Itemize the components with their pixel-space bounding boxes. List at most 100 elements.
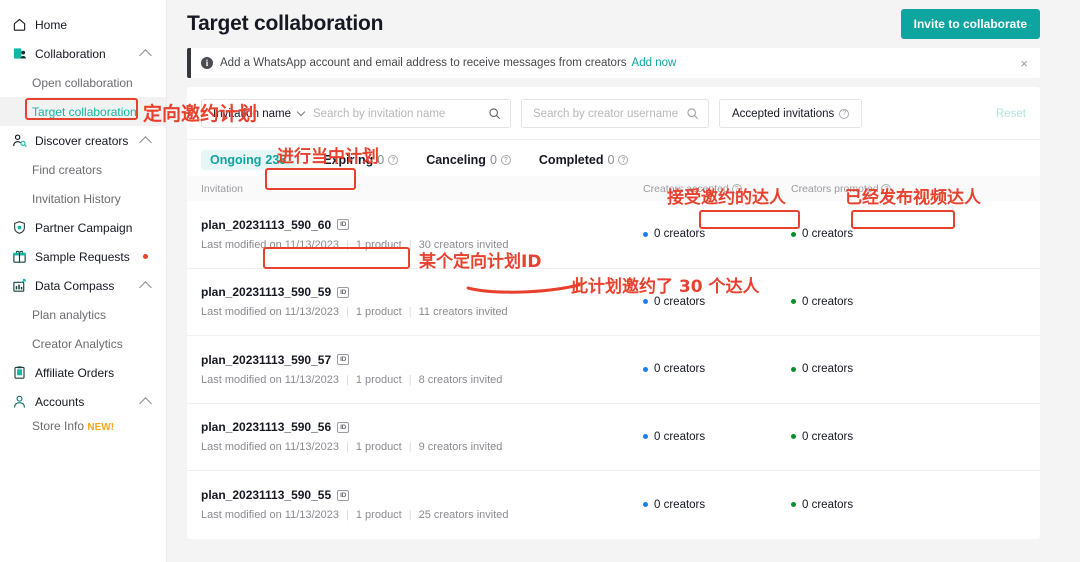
creators-invited: 25 creators invited [418, 509, 509, 522]
help-icon[interactable]: ? [881, 184, 892, 194]
table-row[interactable]: plan_20231113_590_59 ID Last modified on… [187, 269, 1040, 336]
sidebar-item-data-compass[interactable]: Data Compass [0, 271, 166, 300]
sidebar-item-plan-analytics[interactable]: Plan analytics [0, 300, 166, 329]
product-count: 1 product [355, 238, 402, 251]
tab-count: 0 [607, 153, 615, 167]
id-badge-icon[interactable]: ID [337, 489, 350, 501]
sidebar-item-label: Partner Campaign [35, 220, 133, 235]
sidebar-item-affiliate-orders[interactable]: Affiliate Orders [0, 358, 166, 387]
gift-icon [12, 249, 27, 264]
product-count: 1 product [355, 373, 402, 386]
reset-button[interactable]: Reset [996, 108, 1026, 120]
sidebar-item-partner-campaign[interactable]: Partner Campaign [0, 213, 166, 242]
invitation-name-select-label[interactable]: Invitation name [213, 108, 291, 120]
row-invitation-cell: plan_20231113_590_60 ID Last modified on… [201, 218, 643, 251]
table-row[interactable]: plan_20231113_590_57 ID Last modified on… [187, 336, 1040, 404]
row-meta: Last modified on 11/13/2023 | 1 product … [201, 239, 643, 251]
sidebar-item-label: Invitation History [32, 191, 121, 206]
sidebar-item-store-info[interactable]: Store Info NEW! [0, 416, 166, 434]
collaboration-card: Invitation name Search by invitation nam… [187, 87, 1040, 539]
id-badge-icon[interactable]: ID [337, 421, 350, 433]
help-icon[interactable]: ? [500, 155, 511, 165]
help-icon[interactable]: ? [388, 155, 399, 165]
chevron-down-icon[interactable] [296, 107, 306, 117]
row-creators-accepted: 0 creators [643, 228, 791, 240]
last-modified: Last modified on 11/13/2023 [201, 373, 340, 386]
tab-canceling[interactable]: Canceling 0 ? [426, 153, 511, 167]
row-creators-accepted: 0 creators [643, 499, 791, 511]
last-modified: Last modified on 11/13/2023 [201, 509, 340, 522]
sidebar-item-invitation-history[interactable]: Invitation History [0, 184, 166, 213]
divider: | [346, 238, 349, 251]
creators-invited: 30 creators invited [418, 238, 509, 251]
home-icon [12, 17, 27, 32]
sidebar-item-find-creators[interactable]: Find creators [0, 155, 166, 184]
table-body: plan_20231113_590_60 ID Last modified on… [187, 201, 1040, 539]
row-creators-accepted: 0 creators [643, 363, 791, 375]
tab-count: 0 [377, 153, 385, 167]
id-badge-icon[interactable]: ID [337, 354, 350, 366]
plan-name[interactable]: plan_20231113_590_60 ID [201, 218, 643, 232]
accepted-dot-icon [643, 299, 648, 305]
sidebar-item-target-collaboration[interactable]: Target collaboration [0, 97, 166, 126]
chevron-up-icon[interactable] [139, 396, 152, 410]
creators-invited: 9 creators invited [418, 441, 503, 454]
plan-name[interactable]: plan_20231113_590_59 ID [201, 285, 643, 299]
notification-dot [143, 254, 148, 259]
plan-name[interactable]: plan_20231113_590_57 ID [201, 353, 643, 367]
row-creators-promoted: 0 creators [791, 296, 951, 308]
help-icon[interactable]: ? [618, 155, 629, 165]
sidebar-item-collaboration[interactable]: Collaboration [0, 39, 166, 68]
row-invitation-cell: plan_20231113_590_59 ID Last modified on… [201, 285, 643, 318]
tab-completed[interactable]: Completed 0 ? [539, 153, 629, 167]
row-creators-promoted: 0 creators [791, 363, 951, 375]
tab-ongoing[interactable]: Ongoing 235 [201, 150, 296, 170]
invite-to-collaborate-button[interactable]: Invite to collaborate [900, 9, 1040, 39]
sidebar-item-accounts[interactable]: Accounts [0, 387, 166, 416]
sidebar: Home Collaboration Open collaboration Ta… [0, 0, 167, 562]
row-meta: Last modified on 11/13/2023 | 1 product … [201, 509, 643, 521]
search-icon[interactable] [686, 107, 699, 120]
table-row[interactable]: plan_20231113_590_55 ID Last modified on… [187, 471, 1040, 539]
sidebar-item-sample-requests[interactable]: Sample Requests [0, 242, 166, 271]
search-icon[interactable] [488, 107, 501, 120]
sidebar-item-open-collaboration[interactable]: Open collaboration [0, 68, 166, 97]
row-creators-promoted: 0 creators [791, 431, 951, 443]
sidebar-item-label: Affiliate Orders [35, 365, 115, 380]
plan-name[interactable]: plan_20231113_590_56 ID [201, 420, 643, 434]
creator-username-search[interactable]: Search by creator username [521, 99, 709, 128]
table-row[interactable]: plan_20231113_590_56 ID Last modified on… [187, 404, 1040, 471]
divider: | [408, 509, 412, 522]
column-header-creators-accepted: Creators accepted ? [643, 183, 791, 195]
accepted-invitations-filter[interactable]: Accepted invitations ? [719, 99, 863, 128]
creator-username-input[interactable]: Search by creator username [533, 108, 686, 120]
creators-invited: 8 creators invited [418, 373, 503, 386]
plan-name-label: plan_20231113_590_56 [201, 420, 332, 435]
sidebar-item-creator-analytics[interactable]: Creator Analytics [0, 329, 166, 358]
tab-expiring[interactable]: Expiring 0 ? [323, 153, 399, 167]
tab-label: Completed [538, 153, 604, 167]
close-icon[interactable]: × [1020, 56, 1030, 71]
chevron-up-icon[interactable] [139, 48, 152, 62]
sidebar-item-home[interactable]: Home [0, 10, 166, 39]
help-icon[interactable]: ? [839, 108, 850, 119]
sidebar-item-label: Find creators [32, 162, 103, 177]
plan-name[interactable]: plan_20231113_590_55 ID [201, 488, 643, 502]
table-row[interactable]: plan_20231113_590_60 ID Last modified on… [187, 201, 1040, 269]
sidebar-item-label: Discover creators [35, 133, 129, 148]
status-tabs: Ongoing 235 Expiring 0 ? Canceling 0 ? C… [187, 140, 1040, 176]
collaboration-icon [12, 46, 27, 61]
chevron-up-icon[interactable] [139, 135, 152, 149]
add-now-link[interactable]: Add now [632, 57, 677, 69]
accepted-dot-icon [643, 502, 648, 508]
chevron-up-icon[interactable] [139, 280, 152, 294]
invitation-name-input[interactable]: Search by invitation name [313, 108, 488, 120]
help-icon[interactable]: ? [731, 184, 742, 194]
row-invitation-cell: plan_20231113_590_55 ID Last modified on… [201, 488, 643, 521]
promoted-dot-icon [791, 299, 796, 305]
id-badge-icon[interactable]: ID [337, 286, 350, 298]
row-invitation-cell: plan_20231113_590_56 ID Last modified on… [201, 420, 643, 453]
invitation-name-search[interactable]: Invitation name Search by invitation nam… [201, 99, 511, 128]
id-badge-icon[interactable]: ID [337, 219, 350, 231]
sidebar-item-discover-creators[interactable]: Discover creators [0, 126, 166, 155]
